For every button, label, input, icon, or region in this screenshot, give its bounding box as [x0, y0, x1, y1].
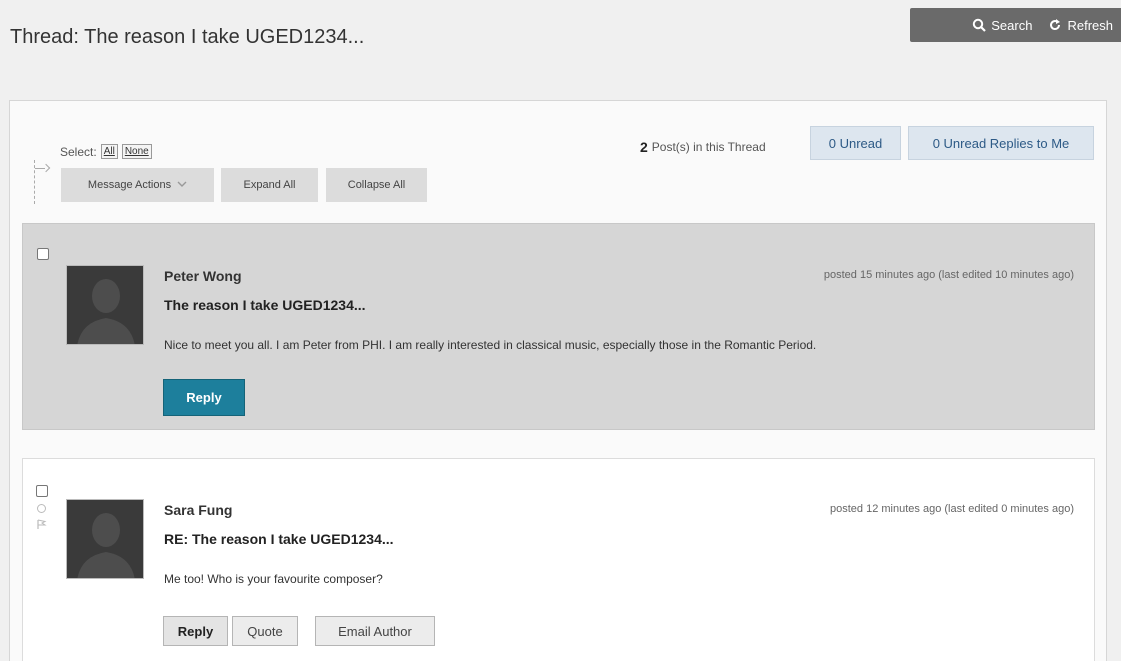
post-author[interactable]: Sara Fung — [164, 502, 232, 518]
post-timestamp: posted 15 minutes ago (last edited 10 mi… — [823, 269, 1074, 281]
unread-filter-button[interactable]: 0 Unread — [810, 126, 901, 160]
page-title: Thread: The reason I take UGED1234... — [10, 26, 365, 48]
refresh-button[interactable]: Refresh — [1048, 18, 1113, 33]
read-status-icon[interactable] — [37, 504, 46, 513]
message-actions-button[interactable]: Message Actions — [61, 168, 214, 202]
avatar — [66, 265, 144, 345]
refresh-icon — [1048, 18, 1062, 32]
post-count-label: Post(s) in this Thread — [651, 140, 766, 154]
quote-button[interactable]: Quote — [232, 616, 298, 646]
unread-replies-filter-button[interactable]: 0 Unread Replies to Me — [908, 126, 1094, 160]
select-none-link[interactable]: None — [121, 144, 152, 159]
search-icon — [972, 18, 987, 32]
select-all-link[interactable]: All — [100, 144, 118, 159]
post-subject: RE: The reason I take UGED1234... — [164, 531, 394, 547]
post-checkbox[interactable] — [37, 248, 49, 260]
post-count-number: 2 — [640, 139, 648, 155]
search-label: Search — [991, 17, 1033, 33]
search-button[interactable]: Search — [972, 18, 1032, 33]
chevron-down-icon — [177, 179, 187, 191]
select-row: Select: All None — [60, 144, 152, 159]
post-item: Peter Wong The reason I take UGED1234...… — [22, 223, 1095, 430]
post-item: Sara Fung RE: The reason I take UGED1234… — [22, 458, 1095, 661]
flag-icon[interactable] — [36, 517, 47, 535]
post-count: 2 Post(s) in this Thread — [640, 136, 766, 158]
collapse-all-button[interactable]: Collapse All — [326, 168, 427, 202]
post-body: Me too! Who is your favourite composer? — [164, 572, 383, 586]
post-body: Nice to meet you all. I am Peter from PH… — [164, 338, 817, 352]
post-checkbox[interactable] — [36, 485, 48, 497]
select-label: Select: — [60, 144, 97, 159]
reply-button[interactable]: Reply — [163, 379, 245, 416]
email-author-button[interactable]: Email Author — [315, 616, 435, 646]
avatar — [66, 499, 144, 579]
reply-button[interactable]: Reply — [163, 616, 228, 646]
post-timestamp: posted 12 minutes ago (last edited 0 min… — [830, 503, 1074, 515]
post-subject: The reason I take UGED1234... — [164, 297, 366, 313]
tree-arrow-icon — [34, 160, 51, 204]
refresh-label: Refresh — [1067, 17, 1113, 33]
top-toolbar: Search Refresh — [910, 8, 1121, 42]
message-actions-label: Message Actions — [87, 179, 172, 191]
expand-all-button[interactable]: Expand All — [221, 168, 318, 202]
post-author[interactable]: Peter Wong — [164, 268, 242, 284]
